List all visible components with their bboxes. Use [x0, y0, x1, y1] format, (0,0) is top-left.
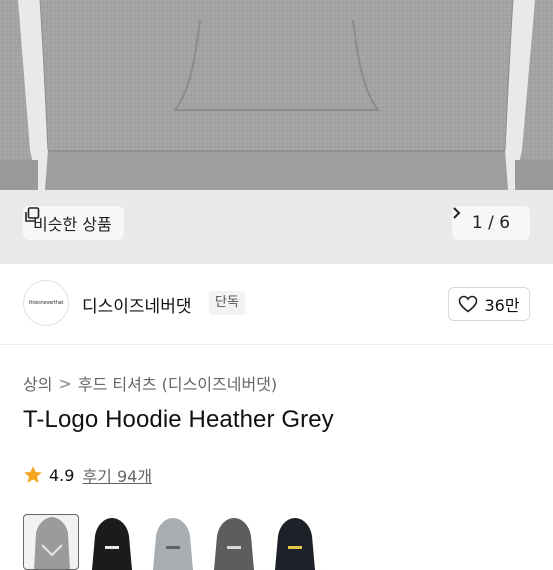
brand-logo[interactable]: thisisneverthat: [23, 280, 69, 326]
product-rating: 4.9 후기 94개: [23, 463, 152, 487]
like-button[interactable]: 36만: [448, 287, 530, 321]
breadcrumb-subcategory[interactable]: 후드 티셔츠 (디스이즈네버댓): [78, 371, 277, 395]
variant-thumb-light-grey[interactable]: [145, 514, 201, 570]
copy-icon: [25, 207, 40, 222]
similar-products-label: 비슷한 상품: [33, 215, 112, 234]
variant-thumb-charcoal[interactable]: [206, 514, 262, 570]
heart-icon: [459, 295, 478, 313]
like-count: 36만: [484, 296, 520, 315]
image-counter-button[interactable]: 1 / 6: [452, 206, 530, 240]
chevron-right-icon: [453, 207, 461, 219]
product-image-gallery[interactable]: 비슷한 상품 1 / 6: [0, 0, 553, 264]
color-variants: [23, 514, 323, 570]
rating-value: 4.9: [49, 465, 75, 485]
breadcrumb-category[interactable]: 상의: [23, 371, 52, 395]
product-title: T-Logo Hoodie Heather Grey: [23, 406, 334, 433]
variant-thumb-black[interactable]: [84, 514, 140, 570]
variant-thumb-heather-grey[interactable]: [23, 514, 79, 570]
star-icon: [24, 466, 42, 483]
breadcrumb: 상의 > 후드 티셔츠 (디스이즈네버댓): [23, 371, 277, 395]
brand-row: thisisneverthat 디스이즈네버댓 단독 36만: [0, 264, 553, 345]
variant-thumb-navy[interactable]: [267, 514, 323, 570]
similar-products-button[interactable]: 비슷한 상품: [23, 206, 124, 240]
reviews-link[interactable]: 후기 94개: [82, 463, 152, 487]
exclusive-badge: 단독: [209, 291, 245, 315]
breadcrumb-separator: >: [58, 373, 72, 393]
brand-name[interactable]: 디스이즈네버댓: [82, 292, 191, 317]
image-counter: 1 / 6: [471, 213, 511, 233]
